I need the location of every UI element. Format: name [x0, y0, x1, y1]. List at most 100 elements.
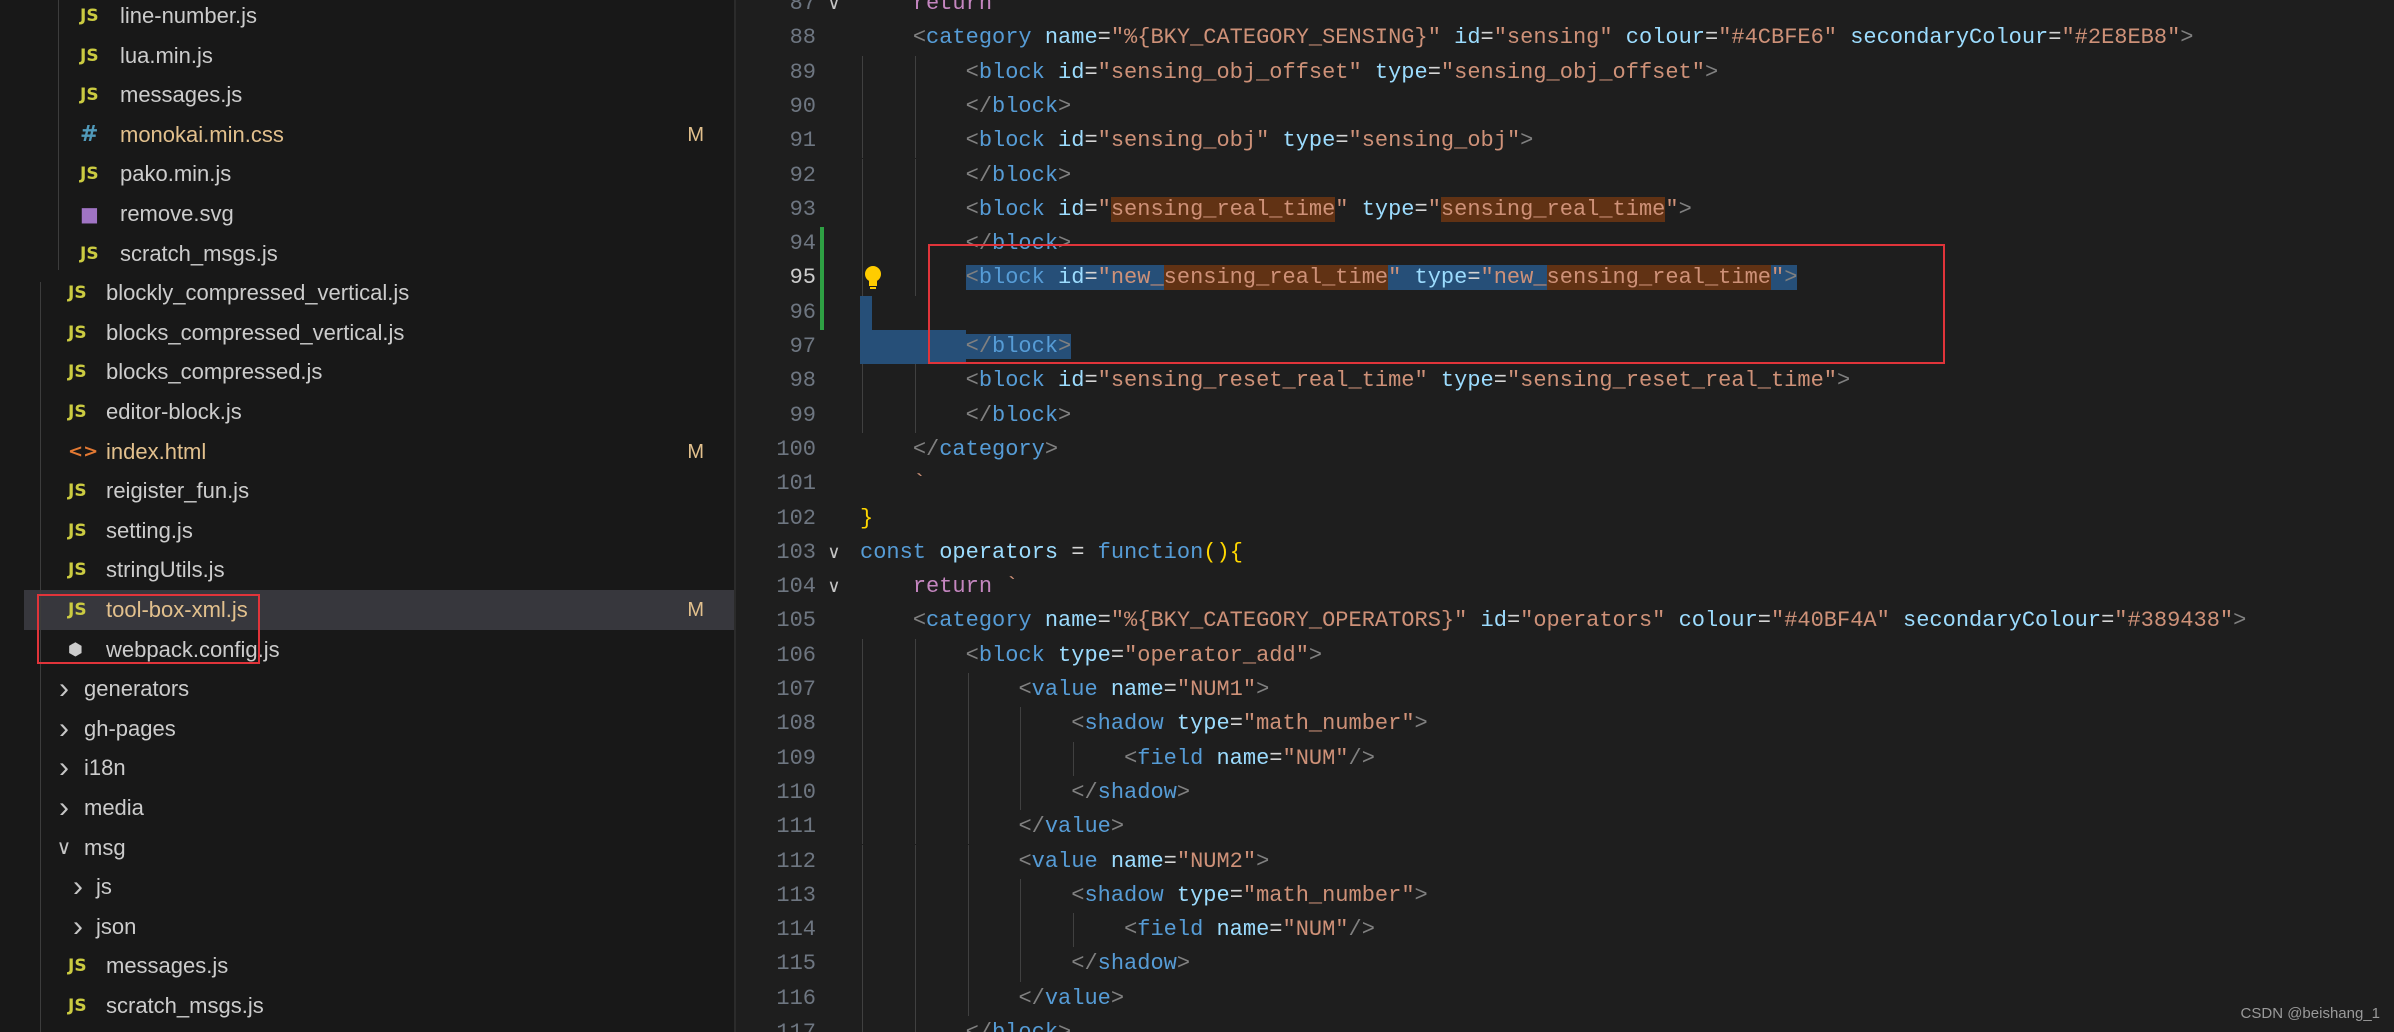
tree-file-blockly-compressed-vertical-js[interactable]: JS blockly_compressed_vertical.js: [24, 273, 734, 313]
chevron-right-icon[interactable]: ›: [54, 709, 74, 749]
code-line[interactable]: <value name="NUM1">: [1018, 673, 1269, 707]
code-token: <: [1018, 848, 1032, 874]
tree-file-scratch-msgs-js[interactable]: JS scratch_msgs.js: [24, 234, 734, 274]
chevron-right-icon[interactable]: ›: [54, 788, 74, 828]
code-token: block: [992, 93, 1059, 119]
indent-guide: [914, 775, 916, 811]
code-token: =: [1335, 128, 1349, 154]
code-token: >: [1414, 882, 1428, 908]
code-line[interactable]: return: [913, 0, 992, 21]
code-text: <category name="%{BKY_CATEGORY_SENSING}"…: [913, 25, 2194, 50]
chevron-down-icon[interactable]: ∨: [54, 828, 74, 868]
code-line[interactable]: <field name="NUM"/>: [1124, 913, 1375, 947]
tree-file-pako-min-js[interactable]: JS pako.min.js: [24, 154, 734, 194]
code-line[interactable]: `: [913, 467, 926, 501]
code-token: function: [1097, 539, 1204, 565]
fold-chevron-icon[interactable]: ∨: [824, 536, 844, 570]
tree-file-blocks-compressed-js[interactable]: JS blocks_compressed.js: [24, 352, 734, 392]
chevron-right-icon[interactable]: ›: [68, 907, 88, 947]
code-token: name: [1110, 848, 1164, 874]
code-line[interactable]: <block id="sensing_obj_offset" type="sen…: [966, 56, 1719, 90]
code-token: >: [1308, 642, 1323, 668]
tree-file-scratch-msgs-js[interactable]: JS scratch_msgs.js: [24, 986, 734, 1026]
tree-file-reigister-fun-js[interactable]: JS reigister_fun.js: [24, 471, 734, 511]
tree-file-editor-block-js[interactable]: JS editor-block.js: [24, 392, 734, 432]
code-line[interactable]: <block id="sensing_real_time" type="sens…: [966, 193, 1692, 227]
tree-folder-i18n[interactable]: › i18n: [24, 748, 734, 788]
tree-file-stringutils-js[interactable]: JS stringUtils.js: [24, 550, 734, 590]
code-token: return: [912, 0, 993, 16]
code-token: </: [965, 162, 993, 188]
code-line[interactable]: </block>: [966, 1016, 1072, 1032]
code-token: =: [1084, 59, 1098, 85]
tree-folder-js[interactable]: › js: [24, 867, 734, 907]
chevron-right-icon[interactable]: ›: [54, 669, 74, 709]
code-line[interactable]: <category name="%{BKY_CATEGORY_SENSING}"…: [913, 21, 2194, 55]
code-line[interactable]: return `: [913, 570, 1019, 604]
code-text: <block id="sensing_reset_real_time" type…: [966, 368, 1851, 393]
tree-folder-media[interactable]: › media: [24, 788, 734, 828]
fold-chevron-icon[interactable]: ∨: [824, 0, 844, 21]
tree-folder-json[interactable]: › json: [24, 907, 734, 947]
code-line[interactable]: </shadow>: [1071, 947, 1190, 981]
indent-guide: [862, 55, 863, 90]
code-line[interactable]: }: [860, 502, 873, 536]
code-line[interactable]: </category>: [913, 433, 1058, 467]
code-line[interactable]: <field name="NUM"/>: [1124, 742, 1375, 776]
lightbulb-icon[interactable]: [860, 261, 886, 295]
tree-file-messages-js[interactable]: JS messages.js: [24, 75, 734, 115]
indent-guide: [862, 741, 863, 776]
code-line[interactable]: </value>: [1018, 982, 1124, 1016]
code-token: secondaryColour: [1903, 608, 2102, 634]
tree-file-messages-js[interactable]: JS messages.js: [24, 946, 734, 986]
code-line[interactable]: </block>: [966, 90, 1072, 124]
code-token: </: [1018, 814, 1045, 840]
chevron-right-icon[interactable]: ›: [54, 748, 74, 788]
code-line[interactable]: </value>: [1018, 810, 1124, 844]
code-line[interactable]: <shadow type="math_number">: [1071, 879, 1427, 913]
code-token: >: [1058, 1020, 1071, 1032]
code-line[interactable]: <shadow type="math_number">: [1071, 707, 1427, 741]
code-token: "NUM": [1282, 917, 1349, 943]
code-line[interactable]: const operators = function(){: [860, 536, 1243, 570]
tree-folder-gh-pages[interactable]: › gh-pages: [24, 709, 734, 749]
line-number: 117: [736, 1016, 816, 1032]
code-line[interactable]: <block type="operator_add">: [966, 639, 1322, 673]
line-number: 91: [789, 128, 816, 154]
code-line[interactable]: </block>: [966, 399, 1072, 433]
tree-folder-msg[interactable]: ∨ msg: [24, 828, 734, 868]
code-token: >: [1058, 402, 1072, 428]
chevron-right-icon[interactable]: ›: [68, 867, 88, 907]
code-token: =: [1110, 642, 1125, 668]
tree-file-setting-js[interactable]: JS setting.js: [24, 511, 734, 551]
tree-item-label: scratch_msgs.js: [120, 240, 278, 266]
code-token: <: [1071, 711, 1085, 737]
tree-file-lua-min-js[interactable]: JS lua.min.js: [24, 36, 734, 76]
git-added-indicator[interactable]: [820, 227, 824, 330]
indent-guide: [862, 844, 863, 879]
fold-chevron-icon[interactable]: ∨: [824, 570, 844, 604]
indent-guide: [914, 878, 916, 914]
code-line[interactable]: <category name="%{BKY_CATEGORY_OPERATORS…: [913, 604, 2247, 638]
code-line[interactable]: <value name="NUM2">: [1018, 845, 1269, 879]
indent-guide: [862, 707, 863, 742]
code-line[interactable]: </block>: [966, 159, 1072, 193]
git-modified-badge: M: [687, 440, 704, 463]
code-line[interactable]: <block id="sensing_reset_real_time" type…: [966, 364, 1851, 398]
tree-file-index-html[interactable]: <> index.html M: [24, 432, 734, 472]
code-line[interactable]: </shadow>: [1071, 776, 1190, 810]
tree-folder-generators[interactable]: › generators: [24, 669, 734, 709]
tree-file-monokai-min-css[interactable]: # monokai.min.css M: [24, 115, 734, 155]
tree-file-line-number-js[interactable]: JS line-number.js: [24, 0, 734, 36]
code-editor[interactable]: 87 88 89 90 91 92 93 94 95 96 97 98 99 100 101 102 103 10…: [736, 0, 2394, 1032]
code-token: {: [1229, 539, 1243, 565]
code-line[interactable]: <block id="sensing_obj" type="sensing_ob…: [966, 124, 1534, 158]
code-token: <: [912, 608, 927, 634]
indent-guide: [862, 1016, 863, 1032]
tree-file-blocks-compressed-vertical-js[interactable]: JS blocks_compressed_vertical.js: [24, 313, 734, 353]
indent-guide: [862, 981, 863, 1016]
tree-file-remove-svg[interactable]: ■ remove.svg: [24, 194, 734, 234]
